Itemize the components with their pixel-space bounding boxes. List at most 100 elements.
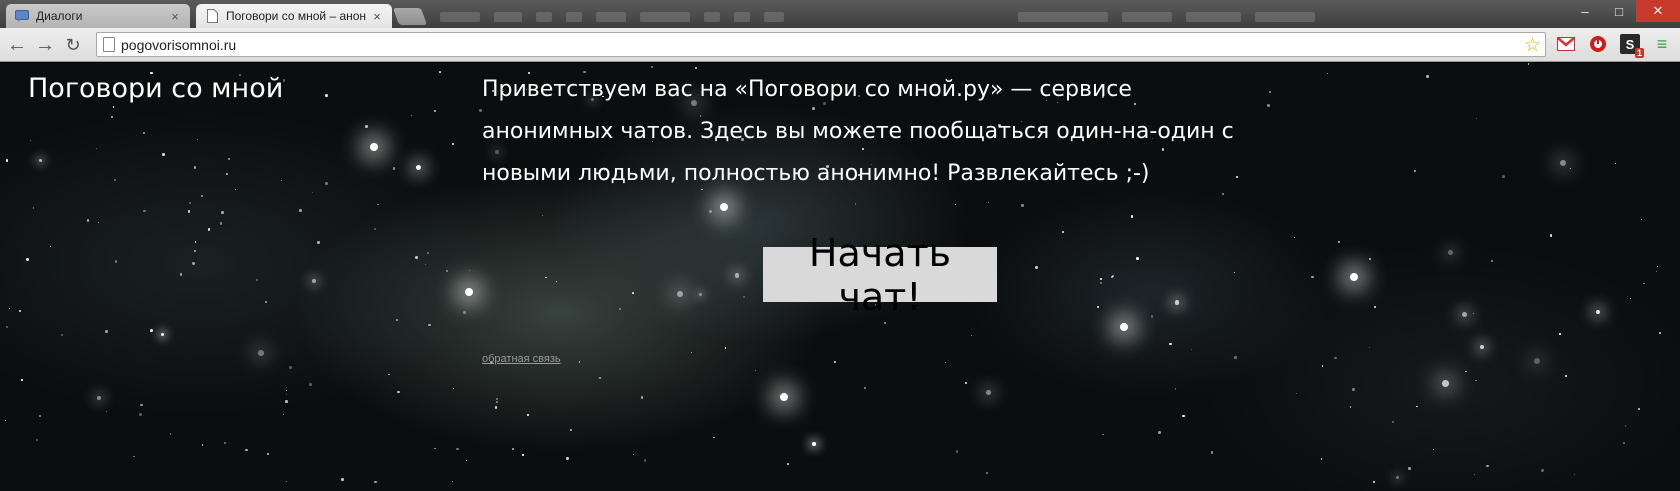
star-dot	[86, 219, 90, 222]
address-bar[interactable]: ☆	[96, 32, 1546, 57]
star-dot	[1157, 430, 1161, 434]
star-dot	[1656, 265, 1659, 268]
star-dot	[1533, 357, 1540, 364]
star-dot	[1474, 473, 1476, 475]
star-dot	[1268, 91, 1271, 94]
star-dot	[1321, 365, 1324, 367]
star-dot	[96, 148, 98, 150]
forward-icon[interactable]: →	[34, 34, 56, 56]
star-dot	[496, 398, 498, 400]
star-dot	[309, 382, 313, 386]
star-dot	[1622, 441, 1626, 445]
star-dot	[312, 191, 314, 194]
star-dot	[377, 203, 380, 206]
gmail-icon[interactable]	[1556, 34, 1576, 54]
star-dot	[1320, 458, 1323, 460]
star-dot	[1559, 160, 1566, 167]
star-dot	[1502, 175, 1505, 178]
star-dot	[311, 279, 316, 283]
star-dot	[161, 153, 165, 156]
star-dot	[545, 277, 547, 279]
star-dot	[1614, 162, 1617, 165]
star-dot	[245, 448, 248, 452]
star-dot	[1656, 271, 1658, 273]
star-dot	[451, 142, 454, 145]
star-dot	[1267, 103, 1271, 107]
url-input[interactable]	[121, 36, 1545, 53]
reload-icon[interactable]: ↻	[62, 34, 84, 56]
star-dot	[1475, 379, 1478, 382]
star-dot	[1061, 231, 1065, 234]
start-chat-button[interactable]: Начать чат!	[763, 231, 997, 319]
star-dot	[676, 291, 683, 298]
star-dot	[224, 441, 227, 444]
star-dot	[284, 400, 288, 404]
star-dot	[1210, 451, 1214, 454]
star-dot	[112, 106, 115, 109]
star-dot	[434, 109, 437, 112]
star-dot	[1408, 467, 1411, 470]
bookmark-star-icon[interactable]: ☆	[1524, 34, 1541, 57]
star-dot	[598, 376, 602, 380]
star-dot	[424, 264, 427, 266]
star-dot	[201, 444, 204, 446]
opera-icon[interactable]	[1588, 34, 1608, 54]
close-icon[interactable]: ×	[168, 9, 182, 24]
back-icon[interactable]: ←	[6, 34, 28, 56]
star-dot	[258, 350, 264, 356]
bright-star	[465, 288, 473, 296]
star-dot	[640, 396, 644, 400]
tab-dialogs[interactable]: Диалоги ×	[6, 4, 190, 28]
star-dot	[19, 310, 22, 312]
star-dot	[188, 202, 191, 204]
star-dot	[1100, 278, 1102, 280]
star-dot	[1334, 356, 1337, 360]
star-dot	[256, 279, 258, 281]
star-dot	[643, 459, 647, 462]
star-dot	[863, 386, 867, 389]
star-dot	[755, 370, 757, 372]
star-dot	[542, 214, 544, 216]
menu-icon[interactable]: ≡	[1652, 34, 1672, 54]
page-icon	[204, 8, 220, 24]
star-dot	[225, 173, 229, 176]
close-icon[interactable]: ×	[370, 9, 384, 24]
star-dot	[143, 209, 146, 213]
star-dot	[397, 390, 400, 394]
star-dot	[734, 273, 739, 278]
star-dot	[1035, 266, 1038, 270]
star-dot	[234, 188, 237, 191]
star-dot	[415, 164, 422, 171]
star-dot	[374, 228, 376, 231]
star-dot	[298, 208, 302, 212]
star-dot	[985, 472, 989, 475]
star-dot	[414, 256, 418, 260]
star-dot	[1416, 405, 1418, 407]
star-dot	[1472, 312, 1475, 315]
close-window-icon[interactable]: ✕	[1636, 0, 1680, 22]
star-dot	[142, 132, 145, 135]
page-icon	[103, 37, 115, 52]
star-dot	[106, 410, 108, 412]
window-controls: – □ ✕	[1568, 0, 1680, 22]
star-dot	[578, 361, 581, 363]
star-dot	[619, 307, 621, 310]
script-icon[interactable]: S 1	[1620, 34, 1644, 58]
star-dot	[38, 415, 41, 418]
tab-pogovori[interactable]: Поговори со мной – анонимный чат ×	[196, 4, 392, 28]
minimize-icon[interactable]: –	[1568, 0, 1602, 22]
maximize-icon[interactable]: □	[1602, 0, 1636, 22]
star-dot	[4, 419, 7, 422]
star-dot	[1373, 481, 1375, 484]
feedback-link[interactable]: обратная связь	[482, 353, 561, 365]
new-tab-button[interactable]	[392, 8, 428, 25]
star-dot	[1630, 298, 1632, 300]
star-dot	[1396, 476, 1400, 480]
star-dot	[1447, 250, 1453, 255]
bright-star	[1350, 273, 1358, 281]
star-dot	[8, 307, 10, 309]
star-dot	[812, 442, 816, 446]
star-dot	[197, 139, 199, 141]
star-dot	[169, 433, 172, 435]
star-dot	[280, 179, 282, 182]
